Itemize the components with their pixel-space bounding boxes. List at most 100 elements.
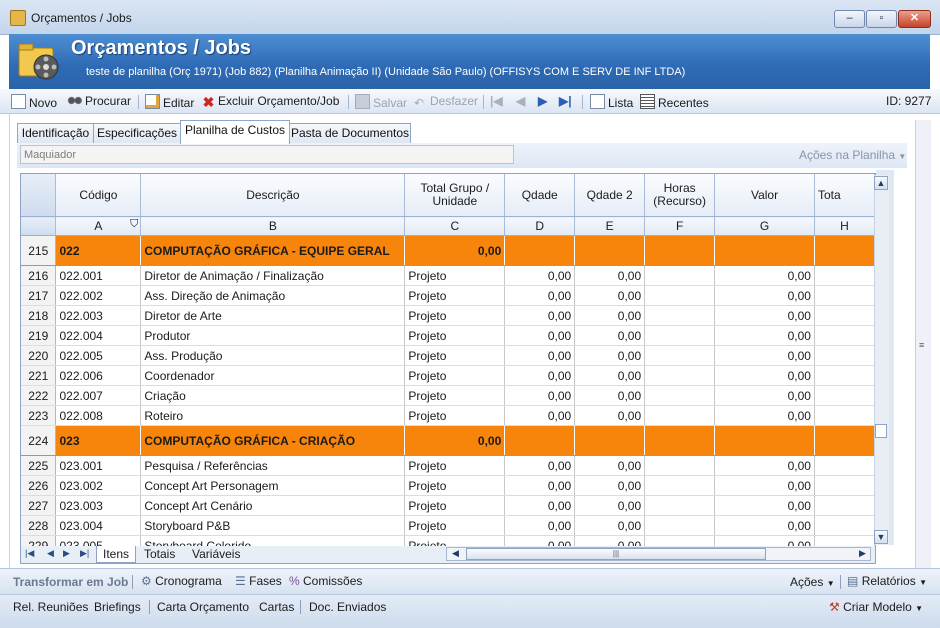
- cell-qdade2[interactable]: 0,00: [574, 405, 646, 426]
- cell-qdade2[interactable]: [574, 425, 646, 456]
- first-record-icon[interactable]: |◀: [490, 94, 503, 108]
- cell-total[interactable]: [814, 325, 875, 346]
- table-row[interactable]: 226 023.002 Concept Art Personagem Projeto 0…: [21, 475, 875, 496]
- link-doc-enviados[interactable]: Doc. Enviados: [309, 600, 386, 614]
- cell-horas[interactable]: [644, 345, 716, 366]
- cell-unidade[interactable]: Projeto: [404, 405, 506, 426]
- column-letter-d[interactable]: D: [504, 216, 576, 236]
- cell-total[interactable]: [814, 385, 875, 406]
- cell-horas[interactable]: [644, 325, 716, 346]
- cell-valor[interactable]: 0,00: [714, 515, 815, 536]
- cell-qdade2[interactable]: 0,00: [574, 455, 646, 476]
- cell-total[interactable]: [814, 345, 875, 366]
- row-number[interactable]: 225: [21, 455, 57, 476]
- cell-unidade[interactable]: Projeto: [404, 345, 506, 366]
- sheet-prev-icon[interactable]: ◀: [47, 548, 54, 559]
- recentes-button[interactable]: Recentes: [640, 94, 709, 110]
- cronograma-button[interactable]: ⚙ Cronograma: [141, 574, 222, 588]
- filter-input[interactable]: Maquiador: [20, 145, 514, 164]
- table-row[interactable]: 225 023.001 Pesquisa / Referências Projeto 0…: [21, 455, 875, 476]
- cell-codigo[interactable]: 022.001: [55, 265, 142, 286]
- row-number[interactable]: 226: [21, 475, 57, 496]
- table-row[interactable]: 216 022.001 Diretor de Animação / Finaliza…: [21, 265, 875, 286]
- cell-descricao[interactable]: COMPUTAÇÃO GRÁFICA - EQUIPE GERAL: [140, 235, 406, 266]
- cell-valor[interactable]: 0,00: [714, 475, 815, 496]
- cell-unidade[interactable]: Projeto: [404, 475, 506, 496]
- cell-total[interactable]: [814, 475, 875, 496]
- scroll-down-arrow-icon[interactable]: ▼: [874, 530, 888, 544]
- table-row[interactable]: 217 022.002 Ass. Direção de Animação Projet…: [21, 285, 875, 306]
- scroll-up-arrow-icon[interactable]: ▲: [874, 176, 888, 190]
- cell-qdade2[interactable]: 0,00: [574, 385, 646, 406]
- column-letter-h[interactable]: H: [814, 216, 875, 236]
- cell-unidade[interactable]: Projeto: [404, 265, 506, 286]
- cell-qdade[interactable]: 0,00: [504, 285, 576, 306]
- acoes-na-planilha-dropdown[interactable]: Ações na Planilha ▼: [799, 148, 906, 162]
- next-record-icon[interactable]: ▶: [538, 94, 547, 108]
- tab-identificacao[interactable]: Identificação: [17, 123, 94, 143]
- cell-descricao[interactable]: Pesquisa / Referências: [140, 455, 406, 476]
- link-briefings[interactable]: Briefings: [94, 600, 141, 614]
- cell-qdade2[interactable]: 0,00: [574, 495, 646, 516]
- cell-qdade2[interactable]: 0,00: [574, 475, 646, 496]
- cell-qdade[interactable]: 0,00: [504, 495, 576, 516]
- cell-valor[interactable]: 0,00: [714, 345, 815, 366]
- close-button[interactable]: ✕: [898, 10, 931, 28]
- table-row[interactable]: 221 022.006 Coordenador Projeto 0,00 0,00 0,00: [21, 365, 875, 386]
- column-letter-f[interactable]: F: [644, 216, 716, 236]
- column-letter-g[interactable]: G: [714, 216, 815, 236]
- column-header-valor[interactable]: Valor: [714, 174, 815, 217]
- minimize-button[interactable]: –: [834, 10, 865, 28]
- row-number[interactable]: 217: [21, 285, 57, 306]
- column-header-descricao[interactable]: Descrição: [140, 174, 406, 217]
- cell-unidade[interactable]: Projeto: [404, 495, 506, 516]
- sheet-tab-itens[interactable]: Itens: [96, 546, 137, 563]
- row-number[interactable]: 221: [21, 365, 57, 386]
- cell-descricao[interactable]: Diretor de Arte: [140, 305, 406, 326]
- cell-codigo[interactable]: 023: [55, 425, 142, 456]
- maximize-button[interactable]: ▫: [866, 10, 897, 28]
- cell-descricao[interactable]: Ass. Direção de Animação: [140, 285, 406, 306]
- column-header-horas[interactable]: Horas (Recurso): [644, 174, 716, 217]
- cell-qdade[interactable]: 0,00: [504, 405, 576, 426]
- cell-qdade[interactable]: 0,00: [504, 265, 576, 286]
- link-cartas[interactable]: Cartas: [259, 600, 294, 614]
- cell-horas[interactable]: [644, 425, 716, 456]
- cell-valor[interactable]: 0,00: [714, 285, 815, 306]
- column-header-qdade[interactable]: Qdade: [504, 174, 576, 217]
- salvar-button[interactable]: Salvar: [355, 94, 407, 110]
- cell-valor[interactable]: 0,00: [714, 385, 815, 406]
- table-row[interactable]: 218 022.003 Diretor de Arte Projeto 0,00 0,00…: [21, 305, 875, 326]
- cell-unidade[interactable]: Projeto: [404, 385, 506, 406]
- cell-valor[interactable]: 0,00: [714, 305, 815, 326]
- grid-vertical-scrollbar[interactable]: [874, 175, 889, 545]
- column-header-total[interactable]: Tota: [814, 174, 875, 217]
- row-number[interactable]: 224: [21, 425, 57, 456]
- cell-codigo[interactable]: 022: [55, 235, 142, 266]
- cell-total[interactable]: [814, 305, 875, 326]
- row-number[interactable]: 215: [21, 235, 57, 266]
- column-header-qdade2[interactable]: Qdade 2: [574, 174, 646, 217]
- cell-total[interactable]: [814, 495, 875, 516]
- cell-codigo[interactable]: 023.003: [55, 495, 142, 516]
- cell-qdade2[interactable]: 0,00: [574, 365, 646, 386]
- cell-unidade[interactable]: Projeto: [404, 515, 506, 536]
- cell-codigo[interactable]: 022.002: [55, 285, 142, 306]
- cell-qdade[interactable]: 0,00: [504, 345, 576, 366]
- cell-descricao[interactable]: Coordenador: [140, 365, 406, 386]
- cell-codigo[interactable]: 022.006: [55, 365, 142, 386]
- cell-qdade[interactable]: 0,00: [504, 305, 576, 326]
- tab-pasta-de-documentos[interactable]: Pasta de Documentos: [289, 123, 411, 143]
- criar-modelo-menu[interactable]: ⚒ Criar Modelo ▼: [829, 600, 923, 614]
- table-row[interactable]: 219 022.004 Produtor Projeto 0,00 0,00 0,00: [21, 325, 875, 346]
- cell-valor[interactable]: 0,00: [714, 265, 815, 286]
- novo-button[interactable]: Novo: [11, 94, 57, 110]
- cell-qdade[interactable]: 0,00: [504, 365, 576, 386]
- cell-total[interactable]: [814, 455, 875, 476]
- link-carta-orcamento[interactable]: Carta Orçamento: [157, 600, 249, 614]
- row-number[interactable]: 228: [21, 515, 57, 536]
- column-letter-e[interactable]: E: [574, 216, 646, 236]
- cell-total[interactable]: [814, 265, 875, 286]
- cell-descricao[interactable]: COMPUTAÇÃO GRÁFICA - CRIAÇÃO: [140, 425, 406, 456]
- relatorios-menu[interactable]: ▤ Relatórios ▼: [847, 574, 927, 588]
